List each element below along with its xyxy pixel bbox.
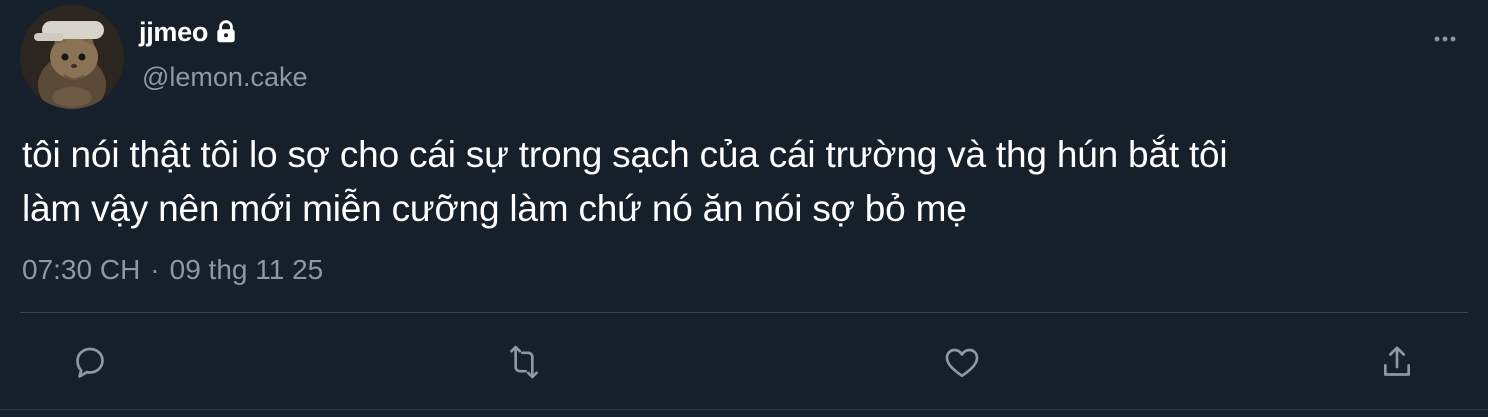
reply-bubble-icon xyxy=(76,347,104,378)
tweet-text-line-1: tôi nói thật tôi lo sợ cho cái sự trong … xyxy=(22,134,1228,175)
action-bar xyxy=(0,340,1488,384)
display-name[interactable]: jjmeo xyxy=(139,17,208,48)
tweet-text: tôi nói thật tôi lo sợ cho cái sự trong … xyxy=(22,128,1472,236)
tweet-time: 07:30 CH xyxy=(22,254,141,285)
bottom-divider xyxy=(0,409,1488,410)
retweet-icon xyxy=(510,345,538,379)
user-handle[interactable]: @lemon.cake xyxy=(142,62,307,93)
divider xyxy=(20,312,1468,313)
name-row: jjmeo xyxy=(139,14,239,50)
tweet-card: jjmeo @lemon.cake tôi nói thật tôi lo sợ… xyxy=(0,0,1488,417)
reply-button[interactable] xyxy=(68,340,112,384)
tweet-text-line-2: làm vậy nên mới miễn cưỡng làm chứ nó ăn… xyxy=(22,188,967,229)
more-dots-icon[interactable] xyxy=(1432,32,1460,46)
meta-separator: · xyxy=(150,254,160,285)
heart-icon xyxy=(945,348,979,378)
share-button[interactable] xyxy=(1375,340,1419,384)
avatar-cat-image xyxy=(20,5,124,109)
share-upload-icon xyxy=(1384,346,1410,376)
retweet-button[interactable] xyxy=(502,340,546,384)
avatar[interactable] xyxy=(20,5,124,109)
tweet-timestamp[interactable]: 07:30 CH · 09 thg 11 25 xyxy=(22,254,323,286)
lock-icon xyxy=(213,19,239,45)
like-button[interactable] xyxy=(940,340,984,384)
tweet-date: 09 thg 11 25 xyxy=(169,254,324,285)
